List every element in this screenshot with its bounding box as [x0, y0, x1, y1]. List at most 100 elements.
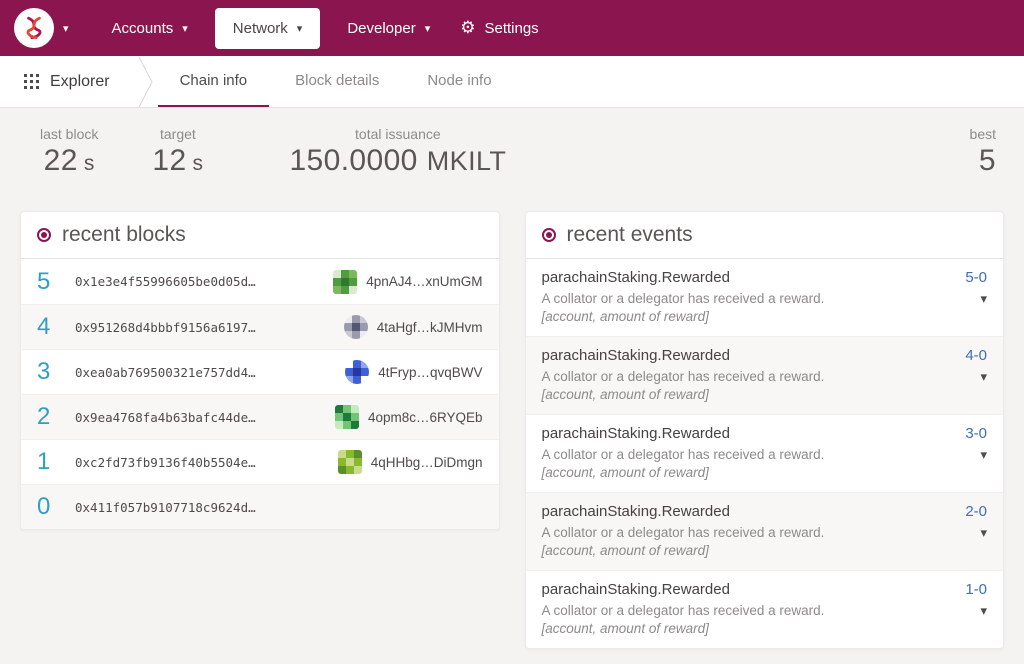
author-identicon [345, 360, 370, 384]
top-nav-bar: ▾ Accounts ▾ Network ▾ Developer ▾ ⚙ Set… [0, 0, 1024, 56]
tab-block-details[interactable]: Block details [273, 56, 401, 107]
stat-best: best 5 [970, 126, 996, 178]
event-description: A collator or a delegator has received a… [541, 525, 825, 540]
event-index-link[interactable]: 3-0 [965, 425, 987, 442]
block-author-link[interactable]: 4tFryp…qvqBWV [345, 360, 483, 384]
events-list: parachainStaking.Rewarded A collator or … [525, 259, 1004, 648]
block-row: 4 0x951268d4bbbf9156a6197… 4taHgf…kJMHvm [21, 304, 499, 349]
nav-item-label: Network [232, 19, 288, 37]
event-description: A collator or a delegator has received a… [541, 603, 825, 618]
stat-number: 5 [978, 144, 996, 177]
network-logo-button[interactable]: ▾ [14, 8, 69, 48]
event-meta: 4-0 ▾ [965, 347, 987, 402]
block-hash: 0xea0ab769500321e757dd4… [75, 364, 256, 380]
card-header: recent blocks [21, 212, 499, 259]
expand-event-button[interactable]: ▾ [980, 446, 987, 465]
block-hash: 0xc2fd73fb9136f40b5504e… [75, 454, 256, 470]
stat-label: target [159, 126, 196, 142]
event-params: [account, amount of reward] [541, 387, 709, 402]
event-meta: 5-0 ▾ [965, 269, 987, 324]
event-params: [account, amount of reward] [541, 543, 709, 558]
nav-item-label: Developer [347, 19, 416, 37]
author-address: 4pnAJ4…xnUmGM [366, 274, 483, 289]
block-hash: 0x951268d4bbbf9156a6197… [75, 319, 256, 335]
event-main: parachainStaking.Rewarded A collator or … [542, 425, 825, 480]
tab-chain-info[interactable]: Chain info [157, 56, 270, 107]
kilt-logo-icon [26, 16, 42, 40]
event-main: parachainStaking.Rewarded A collator or … [542, 503, 825, 558]
event-name: parachainStaking.Rewarded [541, 269, 730, 286]
block-number-link[interactable]: 0 [37, 493, 75, 521]
event-row: parachainStaking.Rewarded A collator or … [525, 336, 1003, 414]
tab-node-info[interactable]: Node info [405, 56, 513, 107]
nav-item-network[interactable]: Network ▾ [214, 7, 321, 49]
event-main: parachainStaking.Rewarded A collator or … [542, 269, 825, 324]
author-address: 4qHHbg…DiDmgn [370, 454, 483, 470]
expand-event-button[interactable]: ▾ [980, 524, 987, 543]
block-author-link[interactable]: 4opm8c…6RYQEb [334, 405, 483, 429]
recent-events-card: recent events parachainStaking.Rewarded … [524, 211, 1004, 649]
gear-icon: ⚙ [460, 17, 476, 38]
card-title: recent blocks [62, 223, 186, 246]
stat-number: 22 [43, 144, 78, 177]
event-row: parachainStaking.Rewarded A collator or … [526, 259, 1004, 336]
dropdown-caret-icon: ▾ [63, 21, 69, 35]
block-hash: 0x411f057b9107718c9624d… [75, 499, 256, 515]
blocks-list: 5 0x1e3e4f55996605be0d05d… 4pnAJ4…xnUmGM… [21, 259, 499, 529]
dropdown-caret-icon: ▾ [296, 21, 303, 35]
nav-item-label: Settings [484, 19, 539, 37]
target-dot-icon [541, 228, 556, 242]
block-hash: 0x1e3e4f55996605be0d05d… [75, 274, 256, 289]
author-identicon [334, 405, 359, 429]
stat-total-issuance: total issuance 150.0000 MKILT [289, 126, 506, 178]
event-index-link[interactable]: 1-0 [965, 581, 987, 598]
chevron-divider [138, 56, 153, 107]
stat-last-block: last block 22 s [40, 126, 98, 178]
event-row: parachainStaking.Rewarded A collator or … [525, 570, 1003, 648]
event-description: A collator or a delegator has received a… [541, 369, 825, 384]
block-number-link[interactable]: 4 [37, 313, 75, 341]
block-number-link[interactable]: 3 [37, 358, 75, 386]
explorer-tab-bar: Explorer Chain info Block details Node i… [0, 56, 1024, 108]
stat-label: total issuance [355, 126, 441, 142]
dropdown-caret-icon: ▾ [424, 21, 431, 35]
nav-item-developer[interactable]: Developer ▾ [332, 9, 445, 48]
stat-number: 12 [152, 144, 187, 177]
block-author-link[interactable]: 4qHHbg…DiDmgn [337, 450, 483, 474]
explorer-app-button[interactable]: Explorer [24, 56, 138, 107]
author-identicon [343, 315, 368, 339]
stat-unit: s [83, 152, 95, 175]
nav-item-accounts[interactable]: Accounts ▾ [97, 9, 203, 48]
block-author-link[interactable]: 4taHgf…kJMHvm [343, 315, 483, 339]
stat-value: 5 [979, 144, 996, 178]
event-meta: 2-0 ▾ [965, 503, 987, 558]
event-index-link[interactable]: 4-0 [965, 347, 987, 364]
explorer-app-label: Explorer [50, 72, 110, 90]
expand-event-button[interactable]: ▾ [980, 368, 987, 387]
card-title: recent events [566, 223, 693, 246]
event-name: parachainStaking.Rewarded [541, 425, 730, 442]
block-row: 1 0xc2fd73fb9136f40b5504e… 4qHHbg…DiDmgn [21, 439, 499, 484]
stat-unit: MKILT [426, 146, 507, 176]
block-number-link[interactable]: 1 [37, 448, 75, 476]
block-author-link[interactable]: 4pnAJ4…xnUmGM [333, 269, 483, 294]
grid-icon [24, 74, 39, 89]
event-index-link[interactable]: 2-0 [965, 503, 987, 520]
expand-event-button[interactable]: ▾ [980, 602, 987, 621]
block-hash: 0x9ea4768fa4b63bafc44de… [75, 409, 256, 425]
author-identicon [333, 269, 358, 294]
event-meta: 1-0 ▾ [965, 581, 987, 636]
author-address: 4tFryp…qvqBWV [378, 364, 483, 380]
expand-event-button[interactable]: ▾ [980, 290, 987, 309]
event-main: parachainStaking.Rewarded A collator or … [542, 581, 825, 636]
event-index-link[interactable]: 5-0 [965, 269, 987, 286]
stat-label: last block [40, 126, 99, 142]
stat-label: best [969, 126, 996, 142]
author-address: 4taHgf…kJMHvm [376, 319, 483, 335]
block-row: 0 0x411f057b9107718c9624d… [21, 484, 499, 529]
block-number-link[interactable]: 5 [37, 268, 75, 296]
card-header: recent events [525, 212, 1003, 259]
nav-item-settings[interactable]: ⚙ Settings [445, 9, 553, 48]
block-number-link[interactable]: 2 [37, 403, 75, 431]
stat-number: 150.0000 [289, 144, 418, 177]
